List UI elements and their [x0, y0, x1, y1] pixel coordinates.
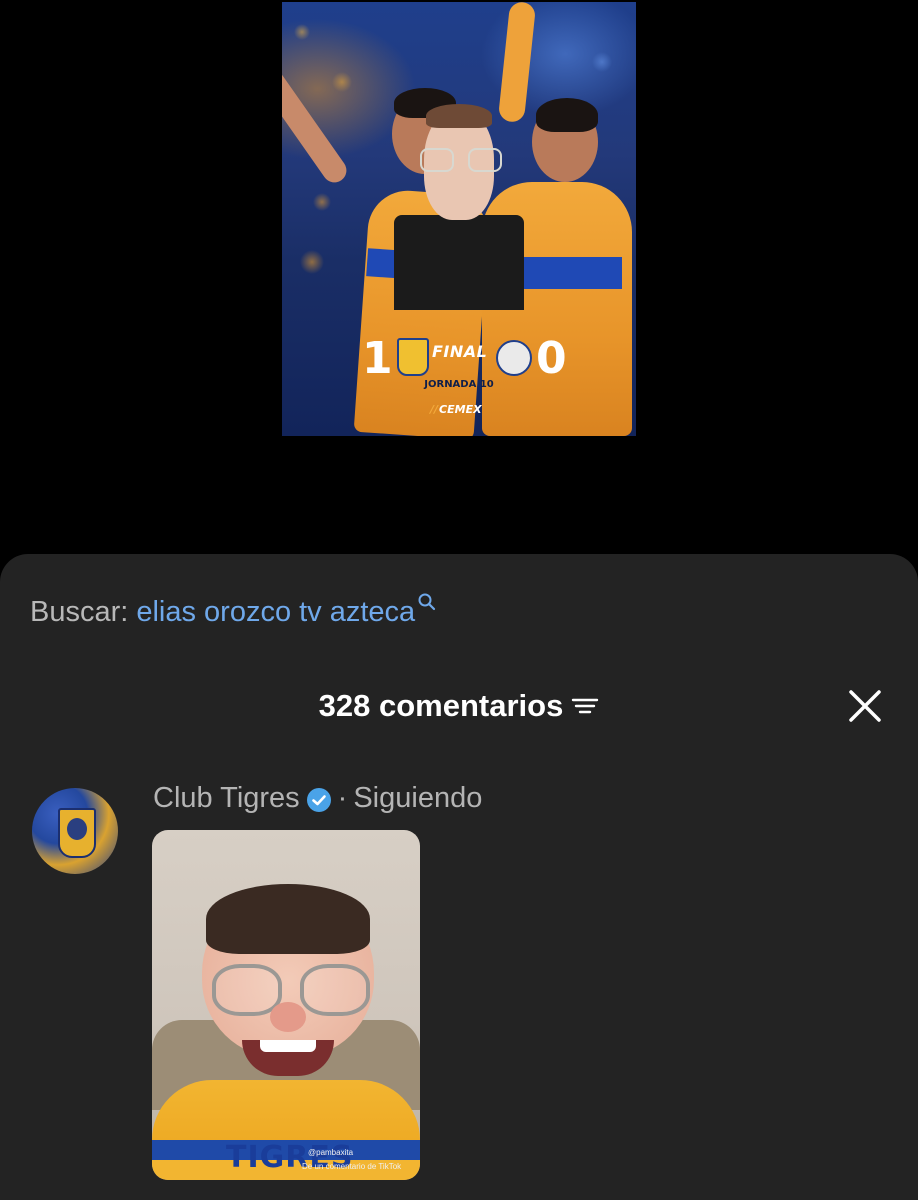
- search-query[interactable]: elias orozco tv azteca: [136, 596, 415, 628]
- verified-badge-icon: [306, 784, 332, 813]
- meta-separator: ·: [337, 782, 348, 814]
- streamer-glasses-left: [420, 148, 454, 172]
- close-button[interactable]: [845, 686, 885, 726]
- sticker-credit: @pambaxita: [308, 1148, 354, 1157]
- streamer-shirt: [394, 215, 524, 310]
- away-score: 0: [536, 333, 567, 384]
- comments-header: 328 comentarios: [0, 682, 918, 730]
- comments-count-title: 328 comentarios: [318, 688, 564, 723]
- search-suggestion[interactable]: Buscar: elias orozco tv azteca: [30, 592, 437, 632]
- close-icon: [849, 690, 881, 722]
- sticker-character-hair: [206, 884, 370, 954]
- streamer-glasses-right: [468, 148, 502, 172]
- comment-meta: Club Tigres · Siguiendo: [153, 778, 482, 818]
- home-score: 1: [362, 333, 393, 384]
- filter-lines-icon[interactable]: [571, 694, 599, 718]
- streamer-overlay: [394, 100, 524, 310]
- scoreboard: 1 FINAL 0: [282, 334, 636, 384]
- follow-status[interactable]: Siguiendo: [353, 782, 482, 814]
- comment-author[interactable]: Club Tigres: [153, 782, 300, 814]
- search-label: Buscar:: [30, 596, 129, 628]
- comment-item: Club Tigres · Siguiendo TIGRES @pambaxita…: [32, 778, 892, 1198]
- sticker-nose: [270, 1002, 306, 1032]
- search-icon[interactable]: [417, 592, 437, 612]
- match-status: FINAL: [432, 342, 488, 361]
- match-round: JORNADA 10: [424, 379, 494, 390]
- sticker-footer: De un comentario de TikTok: [302, 1162, 402, 1171]
- puebla-crest-icon: [496, 340, 532, 376]
- comment-sticker-image[interactable]: TIGRES @pambaxita De un comentario de Ti…: [152, 830, 420, 1180]
- video-thumbnail[interactable]: 1 FINAL 0 JORNADA 10 CEMEX: [282, 2, 636, 436]
- sticker-glasses-right: [300, 964, 370, 1016]
- tigres-crest-icon: [58, 808, 96, 858]
- avatar[interactable]: [32, 788, 118, 874]
- sticker-glasses-left: [212, 964, 282, 1016]
- streamer-hair: [426, 104, 492, 128]
- tigres-crest-icon: [397, 338, 429, 376]
- player-hair-right: [536, 98, 598, 132]
- screen: 1 FINAL 0 JORNADA 10 CEMEX Buscar:elias …: [0, 0, 918, 1200]
- sponsor-logo: CEMEX: [430, 403, 482, 416]
